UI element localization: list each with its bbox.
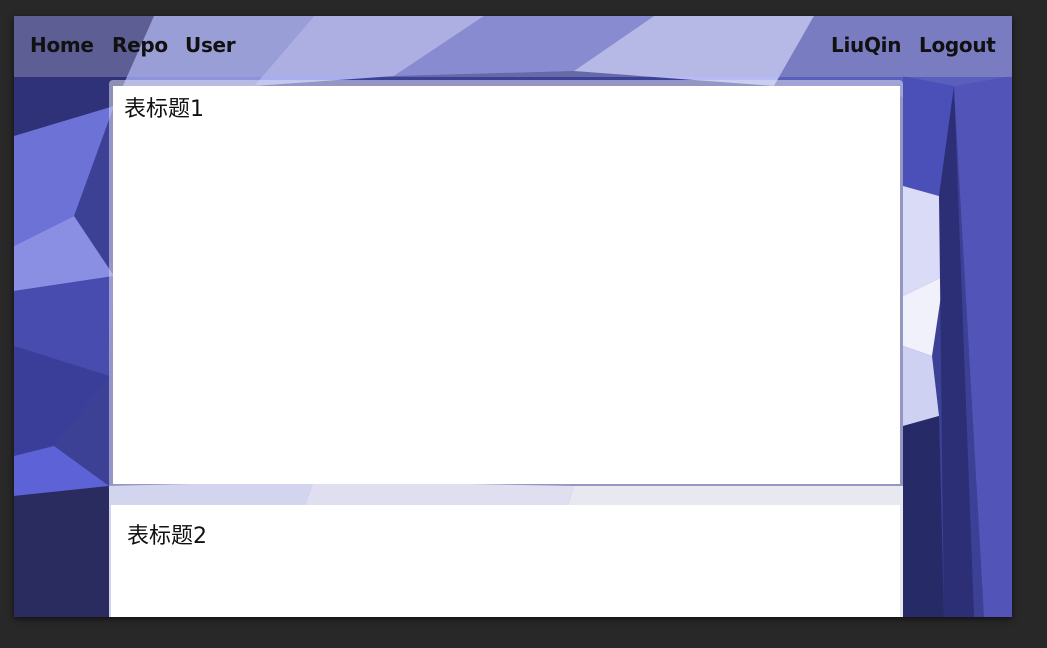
card-2-title: 表标题2 (127, 524, 207, 549)
card-2: 表标题2 (111, 505, 900, 617)
app-window: Home Repo User LiuQin Logout 表标题1 表标题2 (14, 16, 1012, 617)
nav-home-link[interactable]: Home (30, 32, 94, 58)
nav-logout-link[interactable]: Logout (919, 32, 996, 58)
card-1-title: 表标题1 (124, 97, 204, 122)
nav-user-link[interactable]: User (185, 32, 236, 58)
nav-repo-link[interactable]: Repo (112, 32, 168, 58)
top-navigation-bar: Home Repo User LiuQin Logout (14, 16, 1012, 77)
nav-username-link[interactable]: LiuQin (831, 32, 901, 58)
card-1: 表标题1 (113, 86, 900, 484)
